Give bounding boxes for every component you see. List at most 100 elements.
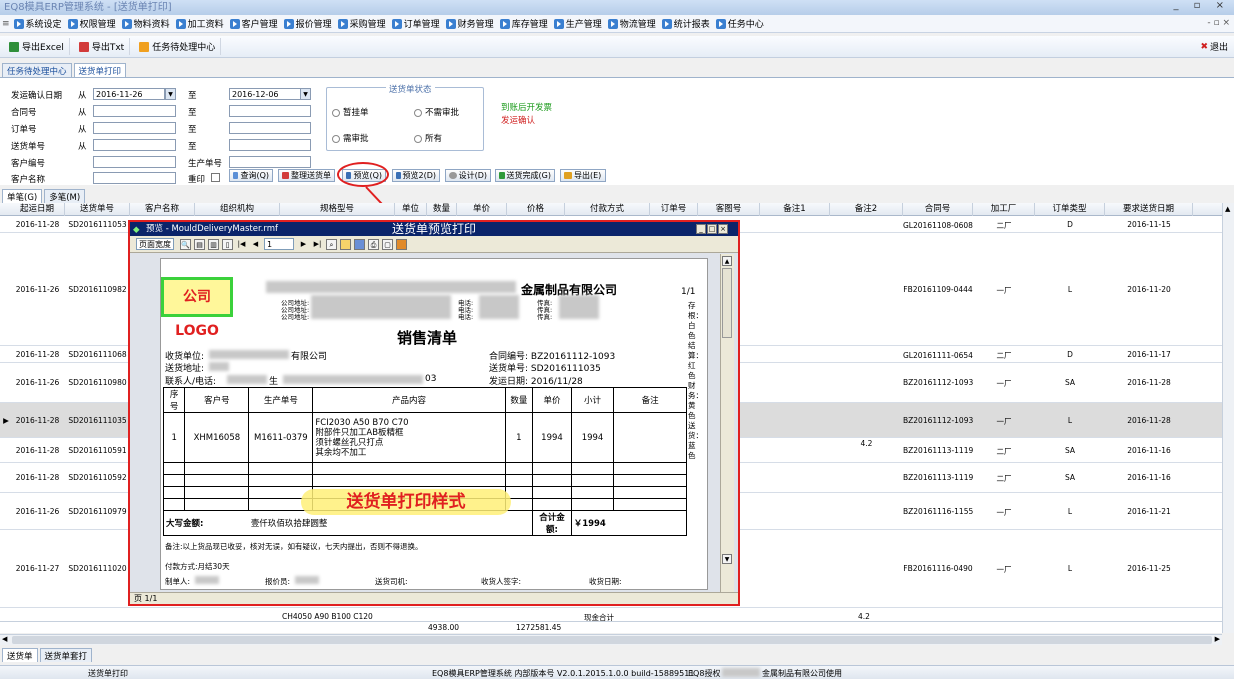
col-header[interactable]: 客图号 <box>698 203 760 216</box>
scroll-thumb[interactable] <box>12 636 1212 644</box>
grid-horizontal-scrollbar[interactable]: ◀ ▶ <box>0 634 1222 645</box>
close-icon[interactable]: × <box>718 224 728 234</box>
minimize-icon[interactable]: _ <box>696 224 706 234</box>
scroll-right-icon[interactable]: ▶ <box>1215 635 1220 643</box>
menu-arrow-icon <box>175 18 186 29</box>
maximize-icon[interactable]: □ <box>707 224 717 234</box>
status-option-needs-approval[interactable]: 需审批 <box>332 132 369 144</box>
order-to-input[interactable] <box>229 122 311 134</box>
delivery-to-input[interactable] <box>229 139 311 151</box>
scroll-left-icon[interactable]: ◀ <box>2 635 7 643</box>
scroll-up-icon[interactable]: ▲ <box>1225 205 1230 213</box>
col-header[interactable]: 付款方式 <box>565 203 650 216</box>
menu-quotes[interactable]: 报价管理 <box>283 17 332 30</box>
page-icon[interactable]: ▯ <box>222 238 233 250</box>
scroll-up-icon[interactable]: ▲ <box>722 256 732 266</box>
page-width-icon[interactable]: ▥ <box>208 238 219 250</box>
menu-inventory[interactable]: 库存管理 <box>499 17 548 30</box>
page-number-input[interactable]: 1 <box>264 238 294 250</box>
col-header[interactable]: 价格 <box>507 203 565 216</box>
date-from-input[interactable]: 2016-11-26 <box>93 88 165 100</box>
first-page-icon[interactable]: |◀ <box>236 239 247 250</box>
one-page-icon[interactable]: ▤ <box>194 238 205 250</box>
delivery-complete-button[interactable]: 送货完成(G) <box>495 169 555 182</box>
zoom-icon[interactable]: 🔍 <box>180 238 191 250</box>
save-icon[interactable] <box>354 238 365 250</box>
menu-production[interactable]: 生产管理 <box>553 17 602 30</box>
export-button[interactable]: 导出(E) <box>560 169 606 182</box>
next-page-icon[interactable]: ▶ <box>298 239 309 250</box>
contract-from-input[interactable] <box>93 105 176 117</box>
menu-materials[interactable]: 物料资料 <box>121 17 170 30</box>
task-center-button[interactable]: 任务待处理中心 <box>134 38 222 55</box>
export-txt-button[interactable]: 导出Txt <box>74 38 131 55</box>
menu-processing[interactable]: 加工资料 <box>175 17 224 30</box>
col-header[interactable]: 送货单号 <box>65 203 130 216</box>
exit-preview-icon[interactable] <box>396 238 407 250</box>
menu-finance[interactable]: 财务管理 <box>445 17 494 30</box>
menu-purchasing[interactable]: 采购管理 <box>337 17 386 30</box>
open-folder-icon[interactable] <box>340 238 351 250</box>
customer-name-input[interactable] <box>93 172 176 184</box>
design-button[interactable]: 设计(D) <box>445 169 491 182</box>
reprint-checkbox[interactable] <box>211 173 220 182</box>
col-header[interactable]: 备注1 <box>760 203 830 216</box>
col-header[interactable]: 订单号 <box>650 203 698 216</box>
find-icon[interactable]: ⌕ <box>326 238 337 250</box>
tab-delivery-template[interactable]: 送货单套打 <box>39 648 93 662</box>
col-header[interactable]: 单位 <box>395 203 427 216</box>
status-option-all[interactable]: 所有 <box>414 132 442 144</box>
menu-orders[interactable]: 订单管理 <box>391 17 440 30</box>
order-from-input[interactable] <box>93 122 176 134</box>
date-from-dropdown[interactable]: ▼ <box>165 88 176 100</box>
col-header[interactable]: 单价 <box>457 203 507 216</box>
col-header[interactable]: 数量 <box>427 203 457 216</box>
status-option-hold[interactable]: 暂挂单 <box>332 106 369 118</box>
col-header[interactable]: 起运日期 <box>10 203 65 216</box>
tab-single[interactable]: 单笔(G) <box>2 189 43 203</box>
col-header[interactable]: 加工厂 <box>973 203 1035 216</box>
last-page-icon[interactable]: ▶| <box>312 239 323 250</box>
company-fax-label: 传真: <box>537 313 553 321</box>
scroll-down-icon[interactable]: ▼ <box>722 554 732 564</box>
col-header[interactable]: 订单类型 <box>1035 203 1105 216</box>
col-header[interactable]: 规格型号 <box>280 203 395 216</box>
col-header[interactable]: 合同号 <box>903 203 973 216</box>
col-header[interactable]: 客户名称 <box>130 203 195 216</box>
tab-delivery[interactable]: 送货单 <box>2 648 38 662</box>
grid-vertical-scrollbar[interactable]: ▲ <box>1222 203 1234 633</box>
col-header[interactable]: 组织机构 <box>195 203 280 216</box>
preview-vertical-scrollbar[interactable]: ▲ ▼ <box>720 254 734 592</box>
preview2-button[interactable]: 预览2(D) <box>392 169 440 182</box>
prev-page-icon[interactable]: ◀ <box>250 239 261 250</box>
window-controls[interactable]: _ ▫ × <box>1173 0 1230 11</box>
menu-customers[interactable]: 客户管理 <box>229 17 278 30</box>
col-header[interactable]: 备注2 <box>830 203 903 216</box>
menu-task-center[interactable]: 任务中心 <box>715 17 764 30</box>
delivery-from-input[interactable] <box>93 139 176 151</box>
exit-button[interactable]: ✖ 退出 <box>1200 40 1228 54</box>
date-to-dropdown[interactable]: ▼ <box>300 88 311 100</box>
mdi-controls[interactable]: - ▫ × <box>1207 18 1230 28</box>
cell-contract: FB20161109-0444 <box>903 284 973 294</box>
tab-multi[interactable]: 多笔(M) <box>44 189 86 203</box>
menu-permissions[interactable]: 权限管理 <box>67 17 116 30</box>
menu-logistics[interactable]: 物流管理 <box>607 17 656 30</box>
query-button[interactable]: 查询(Q) <box>229 169 273 182</box>
tab-delivery-print[interactable]: 送货单打印 <box>73 63 127 77</box>
menu-system-settings[interactable]: 系统设定 <box>13 17 62 30</box>
print-icon[interactable]: ⎙ <box>368 238 379 250</box>
zoom-select[interactable]: 页面宽度 <box>136 238 174 250</box>
customer-no-input[interactable] <box>93 156 176 168</box>
status-option-no-approval[interactable]: 不需审批 <box>414 106 459 118</box>
contract-to-input[interactable] <box>229 105 311 117</box>
production-no-input[interactable] <box>229 156 311 168</box>
date-to-input[interactable]: 2016-12-06 <box>229 88 301 100</box>
export-excel-button[interactable]: 导出Excel <box>4 38 70 55</box>
col-header[interactable]: 要求送货日期 <box>1105 203 1193 216</box>
arrange-delivery-button[interactable]: 整理送货单 <box>278 169 335 182</box>
tab-task-center[interactable]: 任务待处理中心 <box>2 63 72 77</box>
scroll-thumb[interactable] <box>722 268 732 338</box>
new-page-icon[interactable]: ▢ <box>382 238 393 250</box>
menu-reports[interactable]: 统计报表 <box>661 17 710 30</box>
